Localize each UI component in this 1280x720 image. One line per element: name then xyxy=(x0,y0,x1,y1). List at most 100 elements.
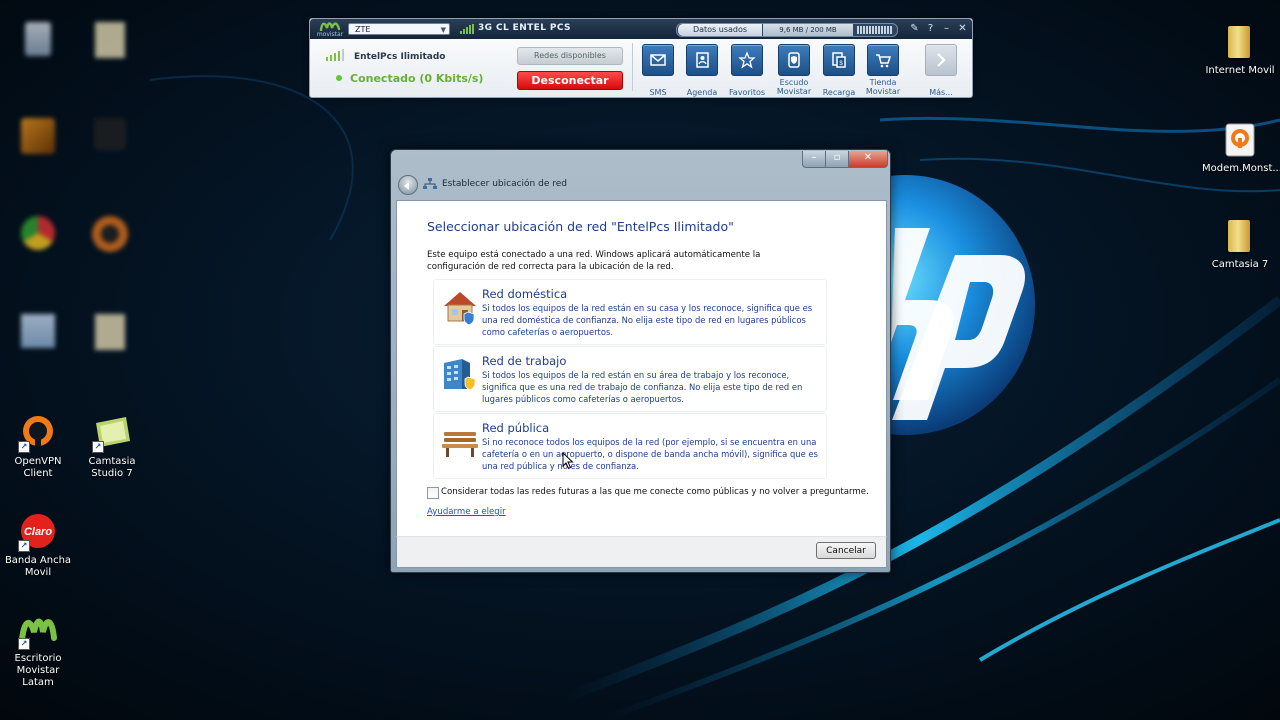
network-location-dialog: – ▫ ✕ Establecer ubicación de red Selecc… xyxy=(390,149,891,573)
maximize-button[interactable]: ▫ xyxy=(825,151,849,168)
option-description: Si todos los equipos de la red están en … xyxy=(482,370,803,404)
shortcut-arrow-icon: ↗ xyxy=(18,638,30,650)
cart-icon xyxy=(876,54,892,68)
desktop-icon-label: Modem.Monst... xyxy=(1202,163,1280,174)
dialog-intro: Este equipo está conectado a una red. Wi… xyxy=(427,250,761,272)
modem-monster-icon xyxy=(1220,120,1260,160)
recycle-bin-icon xyxy=(25,22,51,56)
desktop-icon-blurred[interactable] xyxy=(72,22,148,61)
toolbar-divider xyxy=(632,43,633,91)
option-description: Si todos los equipos de la red están en … xyxy=(482,303,813,337)
desktop-icon-blurred[interactable] xyxy=(0,22,76,59)
tienda-movistar-button[interactable]: Tienda Movistar xyxy=(861,44,905,96)
available-networks-button[interactable]: Redes disponibles xyxy=(517,47,623,65)
desktop-icon-label: Internet Movil xyxy=(1205,65,1275,76)
data-usage-meter: Datos usados 9,6 MB / 200 MB xyxy=(676,23,898,37)
folder-icon xyxy=(1220,22,1260,62)
operator-label: 3G CL ENTEL PCS xyxy=(478,23,571,33)
desktop-icon-blurred[interactable] xyxy=(72,216,148,255)
desktop-icon-banda-ancha[interactable]: Claro ↗ Banda Ancha Movil xyxy=(0,512,76,579)
help-me-choose-link[interactable]: Ayudarme a elegir xyxy=(427,507,506,517)
image-icon xyxy=(21,314,55,348)
chrome-icon xyxy=(21,216,55,250)
data-usage-bars xyxy=(857,26,893,34)
park-bench-icon xyxy=(442,432,478,457)
option-home-network[interactable]: Red doméstica Si todos los equipos de la… xyxy=(433,279,827,345)
status-indicator-icon xyxy=(336,75,342,81)
desktop-icon-camtasia-7[interactable]: Camtasia 7 xyxy=(1202,216,1278,271)
app-icon xyxy=(92,216,128,252)
option-title: Red doméstica xyxy=(482,287,568,301)
movistar-connection-bar: movistar ZTE ▼ 3G CL ENTEL PCS Datos usa… xyxy=(309,18,973,98)
network-signal-icon xyxy=(326,49,344,61)
agenda-button[interactable]: Agenda xyxy=(680,44,724,97)
sms-button[interactable]: SMS xyxy=(636,44,680,97)
openvpn-icon: ↗ xyxy=(18,413,58,453)
device-select[interactable]: ZTE ▼ xyxy=(348,23,450,35)
desktop-icon-label: Banda Ancha Movil xyxy=(4,555,72,578)
star-icon xyxy=(738,51,756,69)
chevron-down-icon: ▼ xyxy=(440,26,446,34)
dialog-footer: Cancelar xyxy=(396,536,887,568)
desktop-icon-internet-movil[interactable]: Internet Movil xyxy=(1202,22,1278,77)
app-icon xyxy=(21,118,55,154)
option-description: Si no reconoce todos los equipos de la r… xyxy=(482,437,818,471)
signal-strength-icon xyxy=(460,24,474,34)
minimize-button[interactable]: – xyxy=(802,151,826,168)
desktop-icon-blurred[interactable] xyxy=(0,314,76,351)
recharge-button[interactable]: $ Recarga xyxy=(817,44,861,97)
shortcut-arrow-icon: ↗ xyxy=(18,540,30,552)
close-icon[interactable]: ✕ xyxy=(956,22,969,35)
movistar-logo: movistar xyxy=(316,20,344,38)
option-public-network[interactable]: Red pública Si no reconoce todos los equ… xyxy=(433,413,827,479)
chevron-right-icon xyxy=(937,53,946,67)
dialog-content: Seleccionar ubicación de red "EntelPcs I… xyxy=(396,200,887,538)
favorites-button[interactable]: Favoritos xyxy=(725,44,769,97)
close-button[interactable]: ✕ xyxy=(848,151,888,168)
desktop-icon-openvpn[interactable]: ↗ OpenVPN Client xyxy=(0,413,76,480)
claro-icon: Claro ↗ xyxy=(18,512,58,552)
office-building-icon xyxy=(444,359,476,391)
folder-icon xyxy=(1220,216,1260,256)
more-button[interactable]: Más... xyxy=(919,44,963,97)
svg-text:Claro: Claro xyxy=(24,526,52,538)
desktop-icon-escritorio-movistar[interactable]: ↗ Escritorio Movistar Latam xyxy=(0,610,76,689)
checkbox-label[interactable]: Considerar todas las redes futuras a las… xyxy=(441,487,869,497)
desktop-icon-blurred[interactable] xyxy=(72,314,148,353)
escudo-movistar-button[interactable]: Escudo Movistar xyxy=(772,44,816,96)
desktop-icon-modem-monster[interactable]: Modem.Monst... xyxy=(1202,120,1280,175)
future-networks-public-checkbox[interactable] xyxy=(427,487,439,499)
envelope-icon xyxy=(650,54,666,66)
desktop-icon-label: Escritorio Movistar Latam xyxy=(14,653,62,688)
option-title: Red de trabajo xyxy=(482,354,567,368)
desktop-icon-label: Camtasia Studio 7 xyxy=(88,456,136,479)
connection-name: EntelPcs Ilimitado xyxy=(354,52,446,62)
desktop-icon-blurred[interactable] xyxy=(72,118,148,153)
desktop-icon-label: OpenVPN Client xyxy=(14,456,62,479)
desktop-icon-blurred[interactable] xyxy=(0,118,76,157)
desktop-icon-blurred[interactable] xyxy=(0,216,76,253)
movistar-icon: ↗ xyxy=(18,610,58,650)
help-icon[interactable]: ? xyxy=(924,22,937,35)
recharge-icon: $ xyxy=(832,52,846,68)
option-title: Red pública xyxy=(482,421,550,435)
back-button[interactable] xyxy=(398,175,418,195)
settings-wrench-icon[interactable]: ✎ xyxy=(908,22,921,35)
desktop-icon-camtasia-studio[interactable]: ↗ Camtasia Studio 7 xyxy=(74,413,150,480)
camtasia-icon: ↗ xyxy=(92,413,132,453)
network-icon xyxy=(423,178,437,189)
mouse-pointer-icon xyxy=(562,452,574,470)
disconnect-button[interactable]: Desconectar xyxy=(517,71,623,90)
app-icon xyxy=(94,118,126,150)
data-usage-label: Datos usados xyxy=(678,24,762,36)
document-icon xyxy=(95,22,125,58)
dialog-heading: Seleccionar ubicación de red "EntelPcs I… xyxy=(427,219,734,234)
minimize-icon[interactable]: – xyxy=(940,22,953,35)
document-icon xyxy=(95,314,125,350)
movistar-logo-icon xyxy=(319,22,341,32)
house-icon xyxy=(444,292,476,326)
cancel-button[interactable]: Cancelar xyxy=(816,542,876,559)
option-work-network[interactable]: Red de trabajo Si todos los equipos de l… xyxy=(433,346,827,412)
movistar-title-strip: movistar ZTE ▼ 3G CL ENTEL PCS Datos usa… xyxy=(310,19,972,39)
dialog-title: Establecer ubicación de red xyxy=(442,179,567,189)
